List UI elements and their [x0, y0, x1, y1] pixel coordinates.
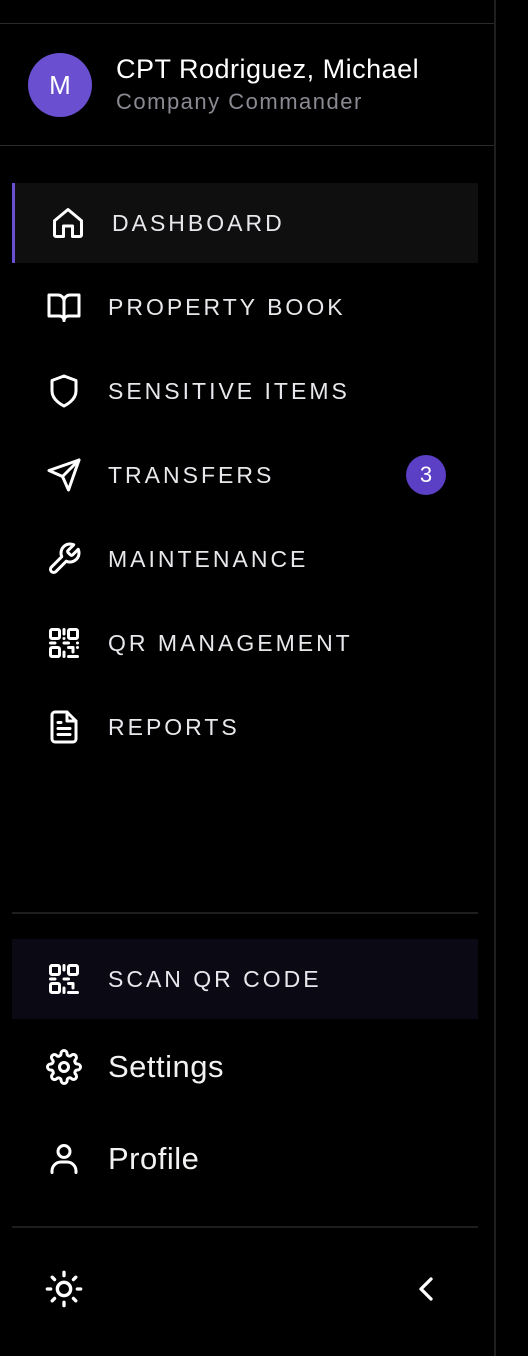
nav-label-qr-management: QR MANAGEMENT	[108, 630, 353, 656]
nav-item-transfers[interactable]: TRANSFERS 3	[12, 435, 478, 515]
wrench-icon	[46, 541, 82, 577]
book-open-icon	[46, 289, 82, 325]
nav-item-qr-management[interactable]: QR MANAGEMENT	[12, 603, 478, 683]
nav-label-reports: REPORTS	[108, 714, 240, 740]
theme-toggle-button[interactable]	[44, 1269, 84, 1309]
sidebar: M CPT Rodriguez, Michael Company Command…	[0, 0, 496, 1356]
nav-label-dashboard: DASHBOARD	[112, 210, 285, 236]
nav-item-dashboard[interactable]: DASHBOARD	[12, 183, 478, 263]
nav-divider	[12, 912, 478, 914]
nav-label-maintenance: MAINTENANCE	[108, 546, 309, 572]
avatar[interactable]: M	[28, 53, 92, 117]
settings-button[interactable]: Settings	[12, 1027, 478, 1107]
chevron-left-icon	[406, 1269, 446, 1309]
nav-item-maintenance[interactable]: MAINTENANCE	[12, 519, 478, 599]
header-divider	[0, 145, 494, 146]
user-icon	[46, 1141, 82, 1177]
qr-code-icon	[46, 961, 82, 997]
user-card[interactable]: M CPT Rodriguez, Michael Company Command…	[28, 53, 419, 117]
nav-label-sensitive-items: SENSITIVE ITEMS	[108, 378, 350, 404]
send-icon	[46, 457, 82, 493]
settings-label: Settings	[108, 1049, 225, 1084]
nav-item-sensitive-items[interactable]: SENSITIVE ITEMS	[12, 351, 478, 431]
sun-icon	[44, 1269, 84, 1309]
transfers-count-badge: 3	[406, 455, 446, 495]
file-text-icon	[46, 709, 82, 745]
top-divider	[0, 23, 494, 24]
collapse-sidebar-button[interactable]	[406, 1269, 446, 1309]
qr-code-icon	[46, 625, 82, 661]
gear-icon	[46, 1049, 82, 1085]
nav-label-transfers: TRANSFERS	[108, 462, 275, 488]
nav-label-property-book: PROPERTY BOOK	[108, 294, 346, 320]
user-info: CPT Rodriguez, Michael Company Commander	[116, 53, 419, 117]
nav-item-reports[interactable]: REPORTS	[12, 687, 478, 767]
scan-qr-code-label: SCAN QR CODE	[108, 966, 322, 992]
user-role: Company Commander	[116, 89, 363, 114]
scan-qr-code-button[interactable]: SCAN QR CODE	[12, 939, 478, 1019]
nav-item-property-book[interactable]: PROPERTY BOOK	[12, 267, 478, 347]
footer-divider	[12, 1226, 478, 1228]
user-name: CPT Rodriguez, Michael	[116, 54, 420, 84]
profile-label: Profile	[108, 1141, 200, 1176]
shield-icon	[46, 373, 82, 409]
profile-button[interactable]: Profile	[12, 1119, 478, 1199]
home-icon	[50, 205, 86, 241]
